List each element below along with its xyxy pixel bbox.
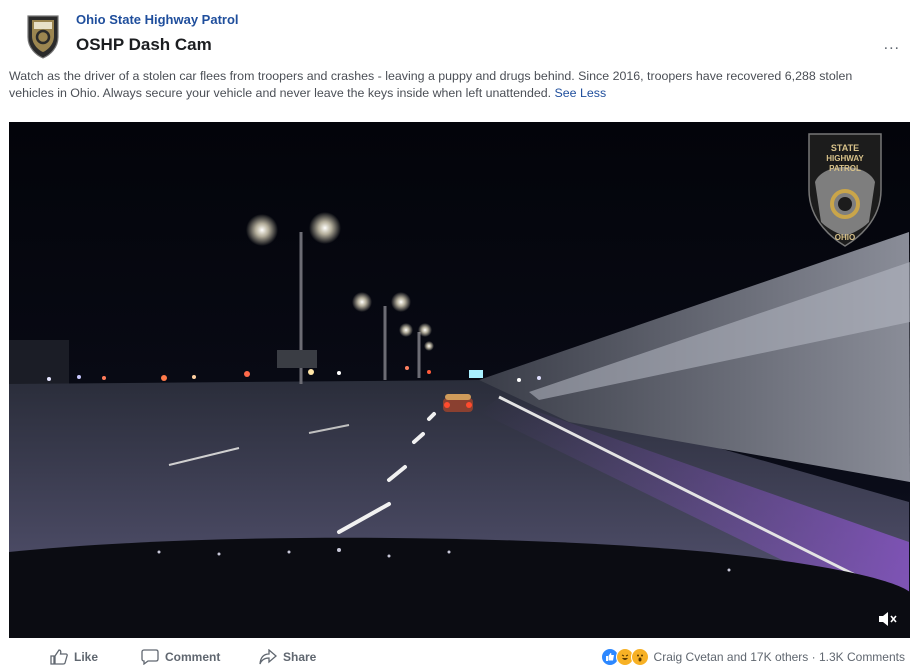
video-player[interactable]: STATE HIGHWAY PATROL OHIO [9,122,910,638]
svg-text:STATE: STATE [831,143,859,153]
muted-volume-icon[interactable] [878,610,898,628]
dashcam-video-frame: STATE HIGHWAY PATROL OHIO [9,122,910,638]
comment-button[interactable]: Comment [141,649,220,665]
post-title: OSHP Dash Cam [76,35,212,54]
share-label: Share [283,650,317,664]
ohio-patrol-avatar[interactable] [24,13,62,59]
comment-icon [141,649,159,665]
see-less-link[interactable]: See Less [555,86,607,100]
like-label: Like [74,650,99,664]
post-caption: Watch as the driver of a stolen car flee… [9,68,899,102]
more-options-button[interactable]: ... [884,36,900,54]
post-header: Ohio State Highway Patrol OSHP Dash Cam … [20,10,900,62]
page-name-link[interactable]: Ohio State Highway Patrol [76,12,239,27]
caption-text: Watch as the driver of a stolen car flee… [9,69,853,100]
reactions-summary[interactable]: Craig Cvetan and 17K others · 1.3K Comme… [600,648,905,666]
post-action-bar: Like Comment Share Craig Cvetan and 17K … [0,641,910,671]
svg-text:OHIO: OHIO [835,233,855,242]
thumbs-up-icon [50,649,68,665]
svg-text:HIGHWAY: HIGHWAY [826,154,864,163]
comment-label: Comment [165,650,221,664]
like-button[interactable]: Like [50,649,98,665]
share-arrow-icon [259,649,277,665]
wow-reaction-icon [630,648,649,666]
svg-text:PATROL: PATROL [829,164,861,173]
reactions-count-text[interactable]: Craig Cvetan and 17K others · 1.3K Comme… [654,650,905,664]
share-button[interactable]: Share [259,649,316,665]
